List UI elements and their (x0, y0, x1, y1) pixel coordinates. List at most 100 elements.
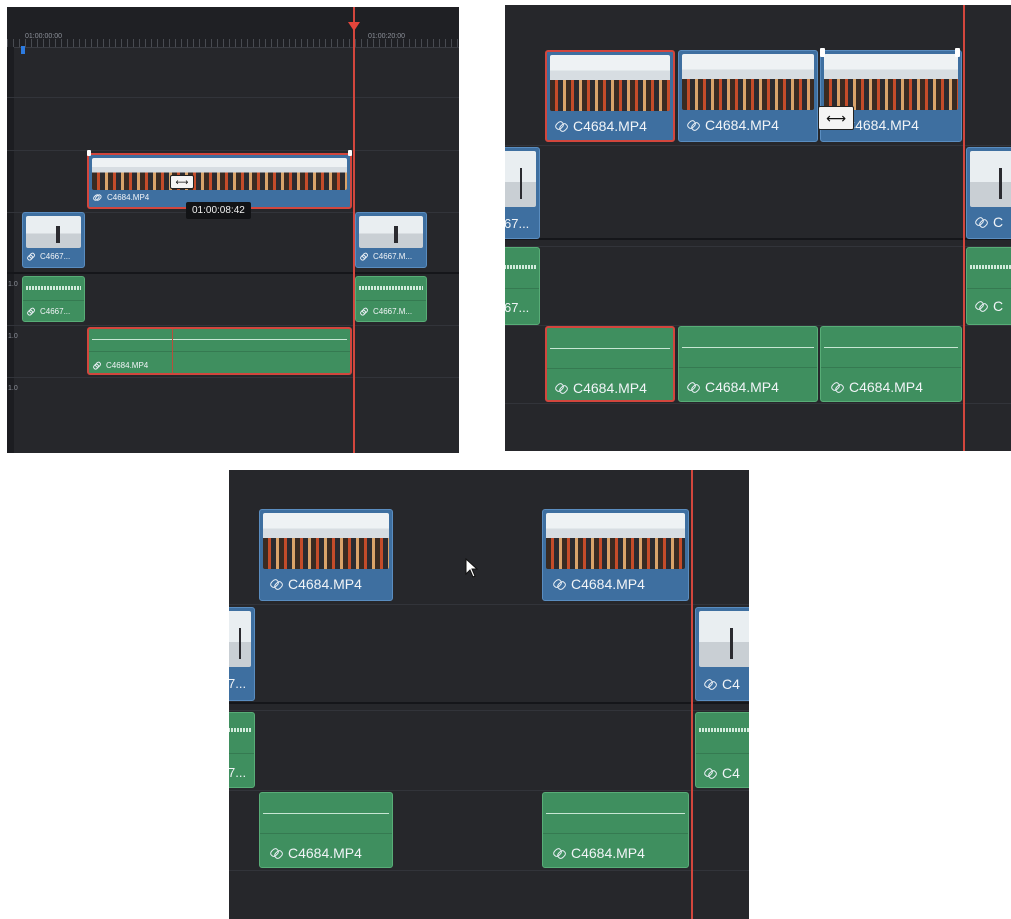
audio-clip-c4684-2[interactable]: C4684.MP4 (678, 326, 818, 402)
trim-handle[interactable] (820, 48, 825, 57)
link-icon (975, 300, 988, 313)
track-separator (7, 377, 459, 378)
clip-name: C4684.MP4 (571, 576, 645, 592)
audio-clip-partial-left[interactable]: 67... (505, 247, 540, 325)
timeline-panel-c: C4684.MP4 C4684.MP4 7... 7... C4 C4 C468… (229, 470, 749, 919)
audio-clip-c4684-3[interactable]: C4684.MP4 (820, 326, 962, 402)
clip-label: C (975, 298, 1003, 314)
video-clip-c4684[interactable]: C4684.MP4 (87, 153, 352, 209)
video-clip-c4667-right[interactable]: C4667.M... (355, 212, 427, 268)
video-clip-partial-left[interactable]: 7... (229, 607, 255, 701)
timecode-ruler[interactable]: 01:00:00:00 01:00:20:00 (7, 7, 459, 48)
clip-thumbnail (359, 216, 423, 248)
clip-name: C4667.M... (373, 252, 413, 261)
clip-divider-line (356, 300, 426, 301)
link-icon (27, 253, 35, 261)
clip-label: C4684.MP4 (555, 380, 647, 396)
playhead[interactable] (691, 470, 693, 919)
clip-label: C4667... (27, 252, 70, 261)
clip-label: 67... (505, 216, 529, 231)
link-icon (553, 578, 566, 591)
timecode-start: 01:00:00:00 (25, 33, 62, 40)
link-icon (704, 767, 717, 780)
clip-label: C4684.MP4 (553, 576, 645, 592)
video-clip-partial-right[interactable]: C (966, 147, 1011, 239)
link-icon (553, 847, 566, 860)
video-clip-c4684-2[interactable]: C4684.MP4 (678, 50, 818, 142)
audio-waveform (359, 283, 423, 293)
video-clip-partial-right[interactable]: C4 (695, 607, 749, 701)
video-audio-divider (505, 238, 1011, 240)
clip-thumbnail (682, 54, 814, 110)
audio-clip-c4684-1[interactable]: C4684.MP4 (545, 326, 675, 402)
clip-thumbnail (699, 611, 749, 667)
trim-handle[interactable] (87, 150, 91, 156)
razor-blade-icon[interactable]: ⟷ (818, 106, 854, 130)
clip-divider-line (543, 833, 688, 834)
link-icon (555, 382, 568, 395)
link-icon (975, 216, 988, 229)
clip-label: C4684.MP4 (831, 379, 923, 395)
clip-name: 7... (229, 765, 247, 780)
audio-waveform (92, 339, 347, 340)
clip-name: C (993, 298, 1004, 314)
playhead-marker-icon[interactable] (348, 22, 360, 31)
link-icon (270, 578, 283, 591)
clip-divider-line (229, 753, 254, 754)
clip-thumbnail (824, 54, 958, 110)
audio-clip-c4684-2[interactable]: C4684.MP4 (542, 792, 689, 868)
video-audio-divider (229, 702, 749, 704)
audio-waveform (263, 813, 389, 814)
clip-name: C4684.MP4 (705, 117, 779, 133)
clip-thumbnail (546, 513, 685, 569)
video-clip-partial-left[interactable]: 67... (505, 147, 540, 239)
link-icon (27, 308, 35, 316)
trim-handle-icon[interactable]: ⟷ (170, 175, 194, 189)
video-audio-divider (7, 272, 459, 274)
clip-label: 7... (229, 676, 246, 691)
audio-clip-partial-right[interactable]: C (966, 247, 1011, 325)
clip-divider-line (23, 300, 84, 301)
audio-clip-c4667-right[interactable]: C4667.M... (355, 276, 427, 322)
track-separator (505, 246, 1011, 247)
clip-name: 7... (229, 676, 247, 691)
track-separator (505, 403, 1011, 404)
audio-waveform (505, 262, 536, 272)
edit-point-line (172, 329, 173, 373)
link-icon (704, 678, 717, 691)
track-level-label: 1.0 (8, 281, 18, 288)
track-separator (229, 604, 749, 605)
in-point-marker[interactable] (21, 46, 25, 54)
clip-divider-line (967, 288, 1011, 289)
clip-thumbnail (550, 55, 670, 111)
audio-clip-partial-right[interactable]: C4 (695, 712, 749, 788)
clip-divider-line (821, 367, 961, 368)
clip-name: C4684.MP4 (107, 193, 150, 202)
track-separator (7, 97, 459, 98)
trim-handle[interactable] (955, 48, 960, 57)
audio-clip-partial-left[interactable]: 7... (229, 712, 255, 788)
clip-name: C4684.MP4 (573, 118, 647, 134)
audio-clip-c4684[interactable]: C4684.MP4 (87, 327, 352, 375)
playhead[interactable] (353, 7, 355, 453)
audio-waveform (26, 283, 81, 293)
clip-name: 67... (505, 300, 530, 315)
clip-label: 7... (229, 765, 246, 780)
clip-name: C4667... (40, 252, 71, 261)
video-clip-c4684-2[interactable]: C4684.MP4 (542, 509, 689, 601)
video-clip-c4684-1[interactable]: C4684.MP4 (259, 509, 393, 601)
clip-label: C4684.MP4 (687, 379, 779, 395)
clip-name: C4 (722, 676, 740, 692)
clip-label: C4 (704, 765, 740, 781)
video-clip-c4684-1[interactable]: C4684.MP4 (545, 50, 675, 142)
track-separator (505, 145, 1011, 146)
playhead[interactable] (963, 5, 965, 451)
link-icon (93, 362, 101, 370)
audio-clip-c4667-left[interactable]: C4667... (22, 276, 85, 322)
trim-handle[interactable] (348, 150, 352, 156)
video-clip-c4667-left[interactable]: C4667... (22, 212, 85, 268)
clip-name: C4684.MP4 (106, 361, 149, 370)
track-level-label: 1.0 (8, 385, 18, 392)
track-separator (7, 150, 459, 151)
audio-clip-c4684-1[interactable]: C4684.MP4 (259, 792, 393, 868)
